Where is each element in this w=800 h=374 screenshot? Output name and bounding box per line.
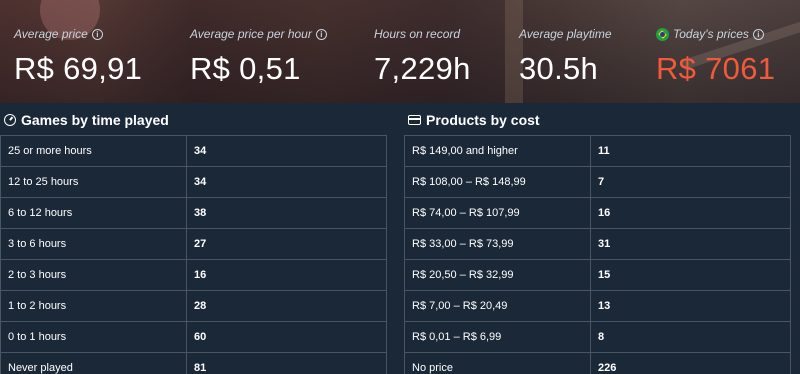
- brazil-flag-icon: [656, 27, 669, 41]
- panel-title: Games by time played: [21, 112, 169, 128]
- info-icon[interactable]: i: [91, 28, 103, 40]
- stat-value: R$ 7061: [656, 51, 776, 86]
- credit-card-icon: [408, 115, 421, 125]
- row-label: R$ 74,00 – R$ 107,99: [404, 197, 591, 229]
- row-label: R$ 108,00 – R$ 148,99: [404, 166, 591, 198]
- row-label: 1 to 2 hours: [0, 290, 187, 322]
- table-row: 12 to 25 hours 34: [0, 166, 387, 198]
- table-row: No price 226: [404, 352, 791, 374]
- row-label: R$ 0,01 – R$ 6,99: [404, 321, 591, 353]
- row-count: 34: [186, 166, 387, 198]
- time-played-table: 25 or more hours 34 12 to 25 hours 34 6 to 1…: [0, 135, 387, 374]
- row-count: 7: [590, 166, 791, 198]
- cost-table: R$ 149,00 and higher 11 R$ 108,00 – R$ 148…: [404, 135, 791, 374]
- row-count: 38: [186, 197, 387, 229]
- table-row: 1 to 2 hours 28: [0, 290, 387, 322]
- products-by-cost-panel: Products by cost R$ 149,00 and higher 11 R…: [404, 110, 791, 374]
- row-count: 16: [590, 197, 791, 229]
- stat-todays-prices: Today's prices i R$ 7061: [656, 26, 775, 87]
- stat-average-price-per-hour: Average price per hour i R$ 0,51: [190, 26, 327, 87]
- stat-label: Hours on record: [374, 27, 461, 41]
- games-by-time-panel: Games by time played 25 or more hours 34 1…: [0, 110, 387, 374]
- stat-value: R$ 69,91: [14, 51, 143, 86]
- row-label: R$ 149,00 and higher: [404, 135, 591, 167]
- row-label: 6 to 12 hours: [0, 197, 187, 229]
- row-label: 3 to 6 hours: [0, 228, 187, 260]
- row-count: 28: [186, 290, 387, 322]
- stat-average-playtime: Average playtime 30.5h: [519, 26, 612, 87]
- table-row: R$ 108,00 – R$ 148,99 7: [404, 166, 791, 198]
- stat-value: R$ 0,51: [190, 51, 301, 86]
- table-row: R$ 0,01 – R$ 6,99 8: [404, 321, 791, 353]
- row-count: 81: [186, 352, 387, 374]
- table-row: R$ 33,00 – R$ 73,99 31: [404, 228, 791, 260]
- table-row: 6 to 12 hours 38: [0, 197, 387, 229]
- stat-label: Today's prices: [673, 27, 749, 41]
- row-count: 8: [590, 321, 791, 353]
- row-label: 25 or more hours: [0, 135, 187, 167]
- stat-hours-on-record: Hours on record 7,229h: [374, 26, 471, 87]
- row-count: 11: [590, 135, 791, 167]
- clock-icon: [4, 114, 16, 126]
- row-count: 34: [186, 135, 387, 167]
- table-row: R$ 149,00 and higher 11: [404, 135, 791, 167]
- table-row: R$ 7,00 – R$ 20,49 13: [404, 290, 791, 322]
- row-count: 31: [590, 228, 791, 260]
- row-count: 16: [186, 259, 387, 291]
- row-label: R$ 20,50 – R$ 32,99: [404, 259, 591, 291]
- table-row: R$ 20,50 – R$ 32,99 15: [404, 259, 791, 291]
- info-icon[interactable]: i: [752, 28, 764, 40]
- row-label: Never played: [0, 352, 187, 374]
- table-row: Never played 81: [0, 352, 387, 374]
- row-count: 15: [590, 259, 791, 291]
- table-row: 25 or more hours 34: [0, 135, 387, 167]
- table-row: R$ 74,00 – R$ 107,99 16: [404, 197, 791, 229]
- panel-title: Products by cost: [426, 112, 540, 128]
- row-label: 0 to 1 hours: [0, 321, 187, 353]
- info-icon[interactable]: i: [315, 28, 327, 40]
- stats-banner: Average price i R$ 69,91 Average price p…: [0, 0, 800, 103]
- stat-label: Average price: [14, 27, 88, 41]
- row-label: R$ 7,00 – R$ 20,49: [404, 290, 591, 322]
- stat-value: 7,229h: [374, 51, 471, 86]
- row-count: 13: [590, 290, 791, 322]
- stat-label: Average price per hour: [190, 27, 312, 41]
- table-row: 3 to 6 hours 27: [0, 228, 387, 260]
- stat-label: Average playtime: [519, 27, 612, 41]
- row-count: 27: [186, 228, 387, 260]
- stat-average-price: Average price i R$ 69,91: [14, 26, 142, 87]
- row-label: No price: [404, 352, 591, 374]
- row-label: R$ 33,00 – R$ 73,99: [404, 228, 591, 260]
- row-label: 2 to 3 hours: [0, 259, 187, 291]
- row-count: 60: [186, 321, 387, 353]
- table-row: 0 to 1 hours 60: [0, 321, 387, 353]
- stat-value: 30.5h: [519, 51, 599, 86]
- row-label: 12 to 25 hours: [0, 166, 187, 198]
- table-row: 2 to 3 hours 16: [0, 259, 387, 291]
- row-count: 226: [590, 352, 791, 374]
